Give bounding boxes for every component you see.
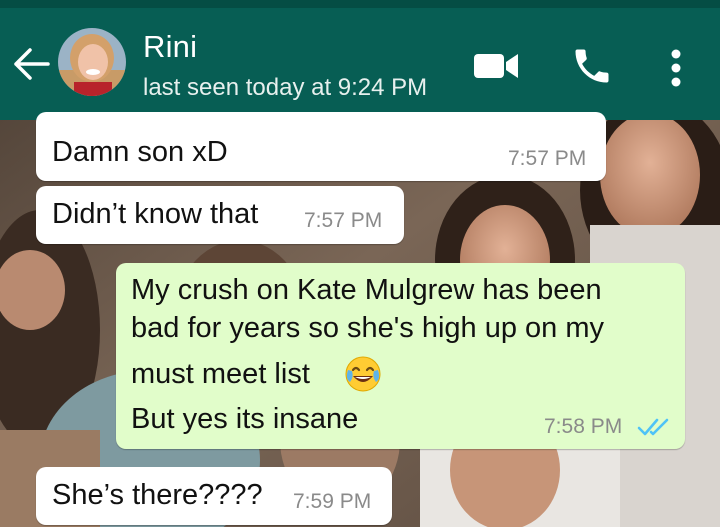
message-text-line: bad for years so she's high up on my bbox=[131, 312, 605, 344]
message-timestamp: 7:59 PM bbox=[293, 490, 372, 513]
video-camera-icon[interactable] bbox=[470, 48, 522, 84]
status-bar bbox=[0, 0, 720, 8]
message-timestamp: 7:57 PM bbox=[304, 209, 383, 232]
more-vertical-icon[interactable] bbox=[660, 44, 692, 92]
message-bubble-incoming[interactable]: Damn son xD 7:57 PM bbox=[36, 112, 606, 181]
message-timestamp: 7:57 PM bbox=[508, 147, 587, 170]
message-text: Damn son xD bbox=[52, 136, 228, 168]
message-bubble-incoming[interactable]: She’s there???? 7:59 PM bbox=[36, 467, 392, 525]
message-bubble-outgoing[interactable]: My crush on Kate Mulgrew has been bad fo… bbox=[116, 263, 685, 449]
last-seen-status: last seen today at 9:24 PM bbox=[143, 74, 428, 101]
message-text-line: must meet list bbox=[131, 358, 310, 390]
chat-screen: Rini last seen today at 9:24 PM Damn son… bbox=[0, 0, 720, 527]
contact-avatar[interactable] bbox=[58, 28, 126, 96]
chat-header: Rini last seen today at 9:24 PM bbox=[0, 8, 720, 120]
phone-icon[interactable] bbox=[570, 44, 614, 88]
message-bubble-incoming[interactable]: Didn’t know that 7:57 PM bbox=[36, 186, 404, 244]
face-with-tears-of-joy-emoji bbox=[344, 355, 382, 393]
message-timestamp: 7:58 PM bbox=[544, 415, 623, 438]
contact-name[interactable]: Rini bbox=[143, 29, 197, 65]
arrow-left-icon[interactable] bbox=[12, 46, 52, 82]
message-text: Didn’t know that bbox=[52, 198, 259, 230]
double-check-read-icon bbox=[637, 416, 671, 438]
message-text-line: My crush on Kate Mulgrew has been bbox=[131, 274, 602, 306]
message-text-line: But yes its insane bbox=[131, 403, 359, 435]
message-text: She’s there???? bbox=[52, 479, 263, 511]
